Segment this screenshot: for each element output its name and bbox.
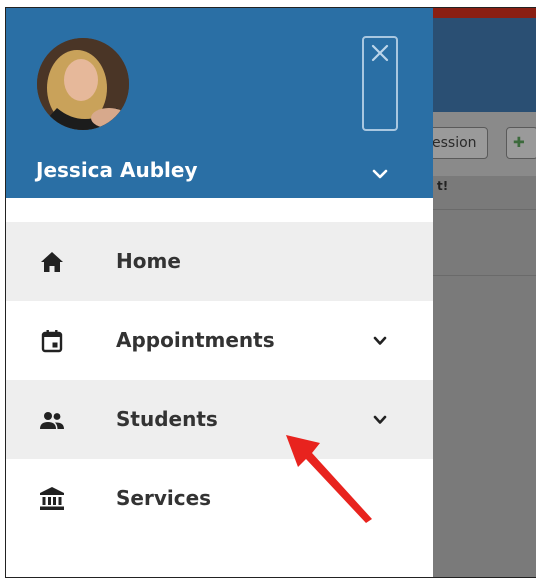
menu-item-label: Services (116, 486, 212, 510)
menu-item-home[interactable]: Home (6, 222, 433, 301)
background-add-button[interactable]: ✚ (506, 127, 536, 159)
chevron-down-icon[interactable] (372, 335, 388, 347)
menu-item-appointments[interactable]: Appointments (6, 301, 433, 380)
background-divider (431, 275, 536, 276)
calendar-icon (41, 330, 63, 353)
people-icon (40, 412, 64, 429)
avatar-photo (37, 38, 129, 130)
background-notice: t! (437, 179, 449, 193)
bank-icon (40, 487, 64, 510)
user-name[interactable]: Jessica Aubley (36, 158, 197, 182)
home-icon (41, 252, 63, 272)
screenshot-frame: ession ✚ t! Jessica Aubley Home Appointm… (5, 7, 536, 578)
menu-item-label: Appointments (116, 328, 275, 352)
background-session-button-label: ession (432, 135, 477, 151)
close-icon (371, 44, 389, 62)
background-divider (431, 209, 536, 210)
annotation-arrow-icon (286, 435, 372, 523)
chevron-down-icon (372, 169, 388, 179)
menu-item-label: Students (116, 407, 218, 431)
close-button[interactable] (362, 36, 398, 131)
header-spacer (6, 198, 433, 222)
add-icon: ✚ (513, 135, 525, 151)
user-menu-toggle[interactable] (372, 165, 388, 184)
drawer-header: Jessica Aubley (6, 8, 433, 198)
avatar (37, 38, 129, 130)
menu-item-label: Home (116, 249, 181, 273)
